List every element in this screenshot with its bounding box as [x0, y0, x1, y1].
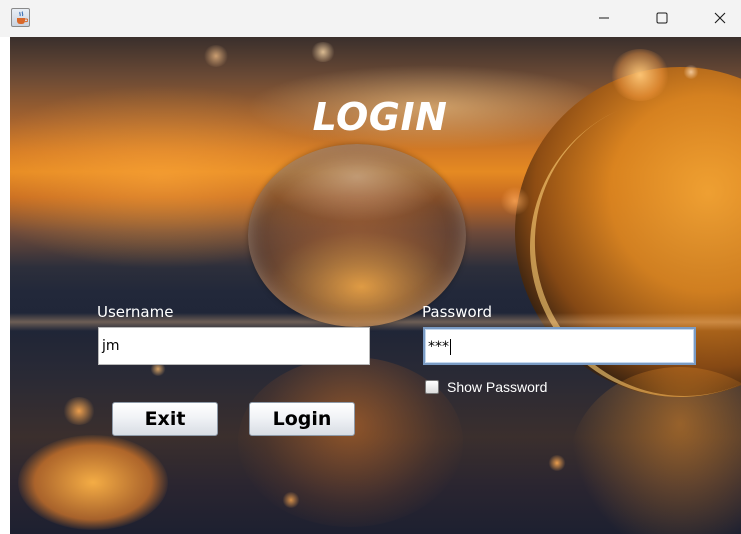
minimize-button[interactable]	[581, 0, 627, 37]
background-bokeh-light	[610, 49, 670, 101]
background-bokeh-light	[500, 187, 530, 215]
login-panel: LOGIN Username jm Password *** Show Pass…	[10, 37, 741, 534]
close-button[interactable]	[697, 0, 741, 37]
username-label: Username	[97, 303, 174, 321]
password-label: Password	[422, 303, 493, 321]
text-caret	[450, 339, 451, 355]
background-bokeh-light	[282, 492, 300, 508]
show-password-toggle[interactable]: Show Password	[425, 378, 547, 396]
login-title: LOGIN	[312, 95, 448, 139]
java-coffee-cup-icon[interactable]	[11, 8, 30, 27]
maximize-icon	[656, 9, 668, 28]
app-window: LOGIN Username jm Password *** Show Pass…	[0, 0, 741, 534]
title-bar[interactable]	[0, 0, 741, 37]
username-value: jm	[102, 338, 120, 354]
exit-button[interactable]: Exit	[112, 402, 218, 436]
background-bokeh-light	[548, 455, 566, 471]
username-field[interactable]: jm	[98, 327, 370, 365]
show-password-checkbox[interactable]	[425, 380, 439, 394]
show-password-label[interactable]: Show Password	[447, 379, 547, 395]
background-orange-reflection	[570, 367, 741, 534]
background-bokeh-light	[310, 42, 336, 62]
minimize-icon	[598, 9, 610, 28]
password-field[interactable]: ***	[423, 327, 696, 365]
background-water-droplet-sphere	[248, 144, 466, 327]
close-icon	[714, 9, 726, 28]
maximize-button[interactable]	[639, 0, 685, 37]
password-masked-value: ***	[428, 339, 449, 355]
background-bokeh-light	[62, 397, 96, 425]
background-bokeh-light	[203, 45, 229, 67]
background-bokeh-light	[18, 435, 168, 530]
background-bokeh-light	[683, 65, 699, 79]
login-button[interactable]: Login	[249, 402, 355, 436]
